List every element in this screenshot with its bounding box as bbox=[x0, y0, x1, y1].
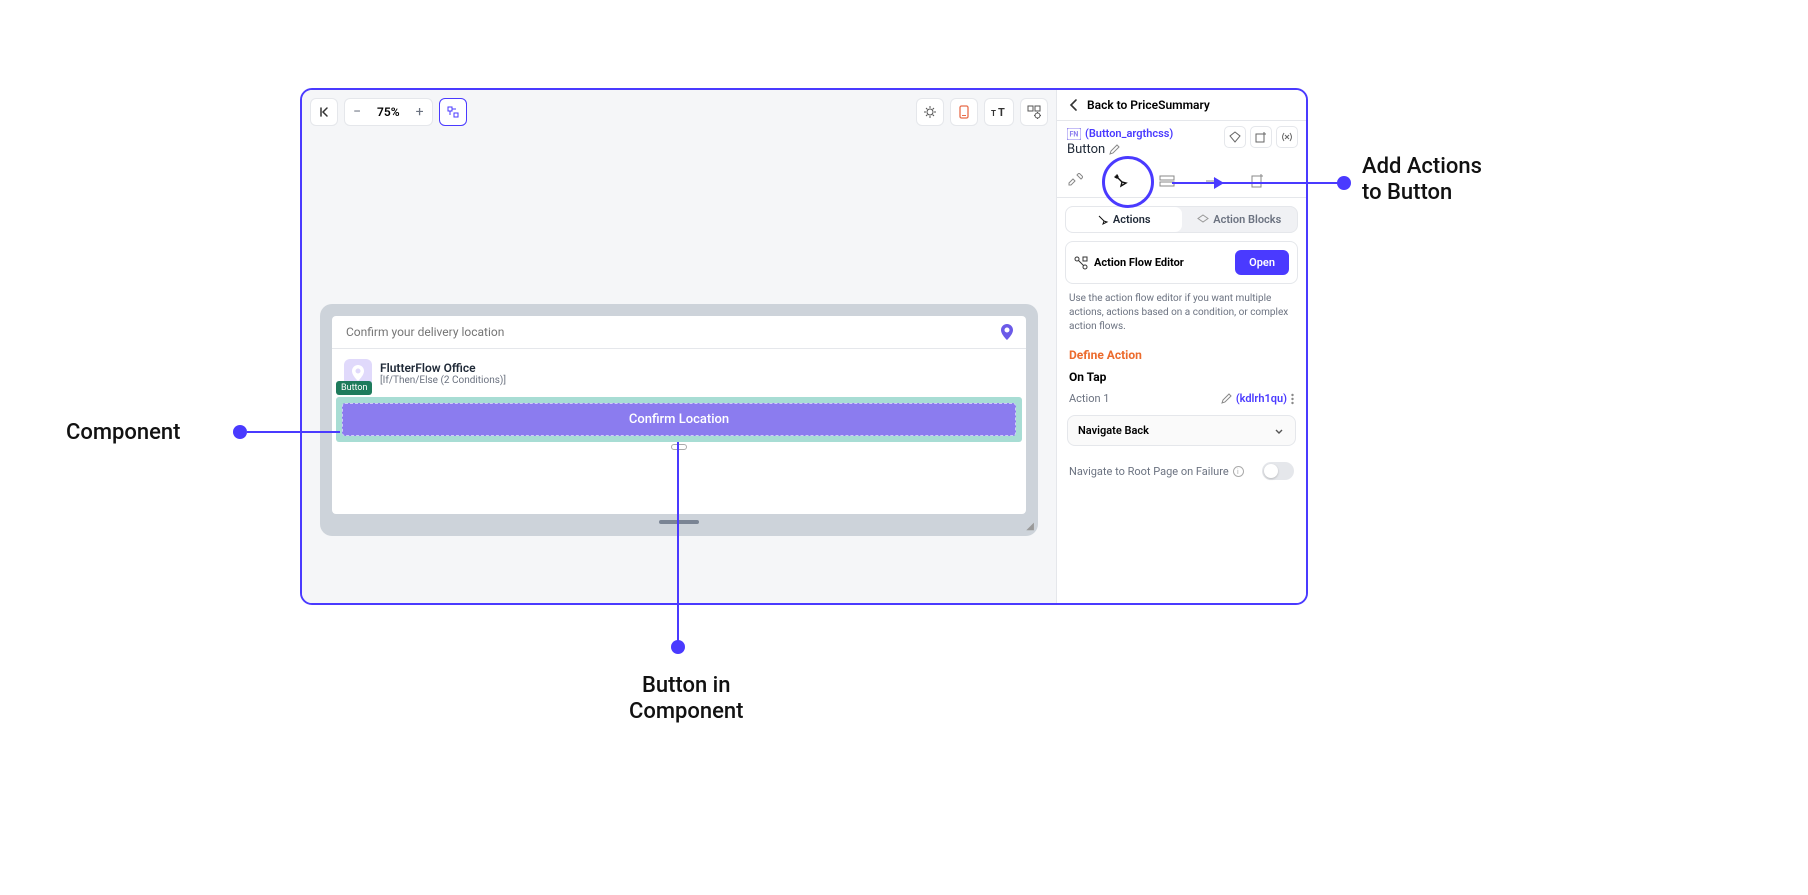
annotation-line bbox=[677, 442, 679, 642]
annotation-component-label: Component bbox=[66, 420, 180, 446]
svg-text:i: i bbox=[1237, 468, 1239, 476]
svg-text:FN: FN bbox=[1070, 130, 1079, 138]
toolbar-left: − 75% + bbox=[310, 98, 467, 126]
device-frame: FlutterFlow Office [If/Then/Else (2 Cond… bbox=[320, 304, 1038, 536]
text-size-button[interactable]: TT bbox=[984, 98, 1014, 126]
panel-back-row[interactable]: Back to PriceSummary bbox=[1057, 90, 1306, 121]
tab-style[interactable] bbox=[1067, 165, 1113, 197]
back-label: Back to PriceSummary bbox=[1087, 98, 1210, 112]
toggle-row: Navigate to Root Page on Failure i bbox=[1057, 452, 1306, 490]
annotation-line bbox=[247, 431, 340, 433]
selection-mode-button[interactable] bbox=[439, 98, 467, 126]
selected-component[interactable]: Button Confirm Location bbox=[336, 397, 1022, 450]
panel-action-icons bbox=[1224, 126, 1298, 148]
zoom-level: 75% bbox=[369, 105, 408, 119]
root-page-toggle[interactable] bbox=[1262, 462, 1294, 480]
list-item-text: FlutterFlow Office [If/Then/Else (2 Cond… bbox=[380, 361, 506, 386]
tab-actions[interactable] bbox=[1113, 165, 1159, 197]
zoom-out-button[interactable]: − bbox=[345, 99, 369, 125]
resize-corner-icon[interactable]: ◢ bbox=[1026, 521, 1034, 532]
list-item-title: FlutterFlow Office bbox=[380, 361, 506, 375]
open-button[interactable]: Open bbox=[1235, 250, 1289, 275]
action-flow-editor-row: Action Flow Editor Open bbox=[1065, 241, 1298, 284]
edit-action-icon[interactable] bbox=[1221, 393, 1232, 404]
flow-icon bbox=[1074, 256, 1088, 270]
annotation-add-actions-label: Add Actions to Button bbox=[1362, 154, 1482, 207]
annotation-dot bbox=[1337, 176, 1351, 190]
location-pin-icon bbox=[1000, 324, 1014, 340]
on-tap-label: On Tap bbox=[1057, 366, 1306, 388]
confirm-location-button[interactable]: Confirm Location bbox=[342, 403, 1016, 436]
device-button[interactable] bbox=[950, 98, 978, 126]
toolbar-right: TT bbox=[916, 98, 1048, 126]
variable-icon[interactable] bbox=[1276, 126, 1298, 148]
brightness-button[interactable] bbox=[916, 98, 944, 126]
svg-text:T: T bbox=[998, 106, 1005, 118]
zoom-control: − 75% + bbox=[344, 98, 433, 126]
tab-animations[interactable] bbox=[1204, 165, 1250, 197]
subtab-actions[interactable]: Actions bbox=[1066, 207, 1182, 232]
list-item-subtitle: [If/Then/Else (2 Conditions)] bbox=[380, 375, 506, 386]
device-screen: FlutterFlow Office [If/Then/Else (2 Cond… bbox=[332, 316, 1026, 514]
action-1-label: Action 1 bbox=[1069, 392, 1221, 405]
info-icon[interactable]: i bbox=[1233, 466, 1244, 477]
widget-id: (Button_argthcss) bbox=[1085, 127, 1173, 140]
more-icon[interactable] bbox=[1291, 393, 1294, 405]
diamond-icon[interactable] bbox=[1224, 126, 1246, 148]
subtab-action-blocks[interactable]: Action Blocks bbox=[1182, 207, 1298, 232]
annotation-line bbox=[1172, 182, 1339, 184]
action-type-value: Navigate Back bbox=[1078, 424, 1273, 437]
resize-handle[interactable] bbox=[671, 444, 687, 450]
search-row bbox=[332, 316, 1026, 349]
edit-icon[interactable] bbox=[1109, 144, 1120, 155]
selection-highlight: Confirm Location bbox=[336, 397, 1022, 442]
subtab-actions-label: Actions bbox=[1113, 213, 1151, 226]
help-text: Use the action flow editor if you want m… bbox=[1057, 292, 1306, 344]
collapse-panel-button[interactable] bbox=[310, 98, 338, 126]
annotation-dot bbox=[233, 425, 247, 439]
arrow-head-icon bbox=[1214, 177, 1224, 189]
annotation-button-label: Button in Component bbox=[629, 673, 743, 726]
list-item[interactable]: FlutterFlow Office [If/Then/Else (2 Cond… bbox=[332, 349, 1026, 397]
home-indicator bbox=[659, 520, 699, 524]
toggle-label: Navigate to Root Page on Failure i bbox=[1069, 465, 1262, 478]
search-input[interactable] bbox=[344, 324, 1000, 340]
define-action-title: Define Action bbox=[1057, 344, 1306, 366]
selection-badge: Button bbox=[336, 381, 372, 395]
action-type-select[interactable]: Navigate Back bbox=[1067, 415, 1296, 446]
action-link[interactable]: (kdlrh1qu) bbox=[1236, 392, 1287, 405]
action-1-row: Action 1 (kdlrh1qu) bbox=[1057, 388, 1306, 409]
add-widget-icon[interactable] bbox=[1250, 126, 1272, 148]
tab-docs[interactable] bbox=[1250, 165, 1296, 197]
zoom-in-button[interactable]: + bbox=[408, 99, 432, 125]
widget-badge-icon: FN bbox=[1067, 128, 1081, 140]
svg-text:T: T bbox=[991, 109, 996, 118]
actions-subtabs: Actions Action Blocks bbox=[1065, 206, 1298, 233]
back-arrow-icon bbox=[1067, 98, 1081, 112]
layout-settings-button[interactable] bbox=[1020, 98, 1048, 126]
afe-title: Action Flow Editor bbox=[1094, 256, 1229, 269]
widget-type: Button bbox=[1067, 142, 1105, 157]
canvas-area: − 75% + TT bbox=[302, 90, 1056, 603]
properties-panel: Back to PriceSummary FN (Button_argthcss… bbox=[1056, 90, 1306, 603]
annotation-dot bbox=[671, 640, 685, 654]
app-window: − 75% + TT bbox=[300, 88, 1308, 605]
chevron-down-icon bbox=[1273, 425, 1285, 437]
subtab-action-blocks-label: Action Blocks bbox=[1213, 213, 1281, 226]
tab-backend[interactable] bbox=[1159, 165, 1205, 197]
